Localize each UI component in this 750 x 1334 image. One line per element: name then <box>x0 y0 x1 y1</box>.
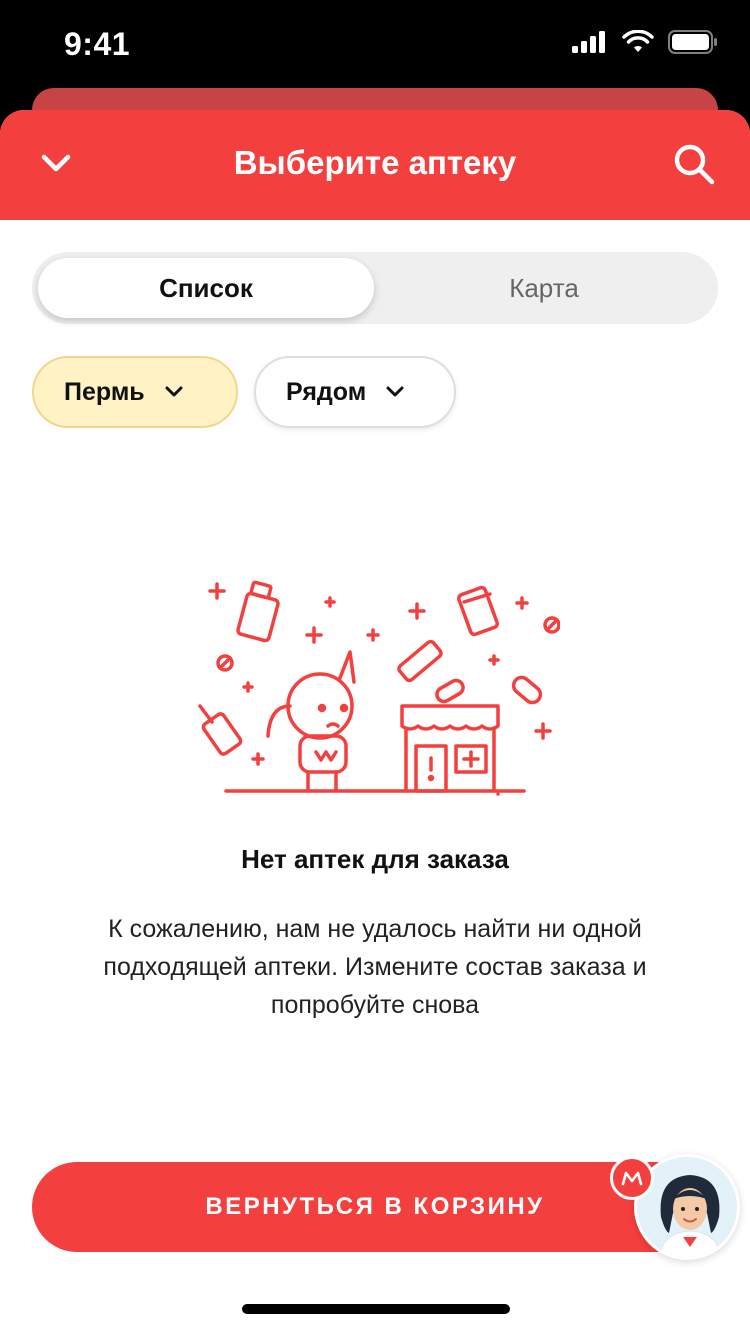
pharmacy-picker-sheet: Выберите аптеку Список Карта Пермь Рядом <box>0 110 750 1334</box>
empty-state-description: К сожалению, нам не удалось найти ни одн… <box>103 915 647 1019</box>
tab-list[interactable]: Список <box>38 258 374 318</box>
page-title: Выберите аптеку <box>233 144 517 181</box>
empty-state-illustration <box>198 580 560 796</box>
battery-icon <box>668 30 717 54</box>
empty-state-title: Нет аптек для заказа <box>241 844 509 874</box>
chevron-down-icon <box>165 386 183 397</box>
tab-map[interactable]: Карта <box>376 258 712 318</box>
distance-filter-chip[interactable]: Рядом <box>254 356 456 428</box>
chevron-down-icon <box>386 386 404 397</box>
search-icon[interactable] <box>672 142 716 186</box>
status-icons <box>572 30 718 54</box>
city-filter-chip[interactable]: Пермь <box>32 356 238 428</box>
home-indicator <box>242 1304 510 1314</box>
wifi-icon <box>622 30 654 52</box>
header: Выберите аптеку <box>0 110 750 220</box>
brand-m-icon <box>610 1156 654 1200</box>
status-bar: 9:41 <box>0 0 750 90</box>
view-toggle: Список Карта <box>32 252 718 324</box>
city-filter-label: Пермь <box>64 377 145 406</box>
distance-filter-label: Рядом <box>286 377 367 406</box>
signal-icon <box>572 31 605 53</box>
status-time: 9:41 <box>64 26 131 62</box>
